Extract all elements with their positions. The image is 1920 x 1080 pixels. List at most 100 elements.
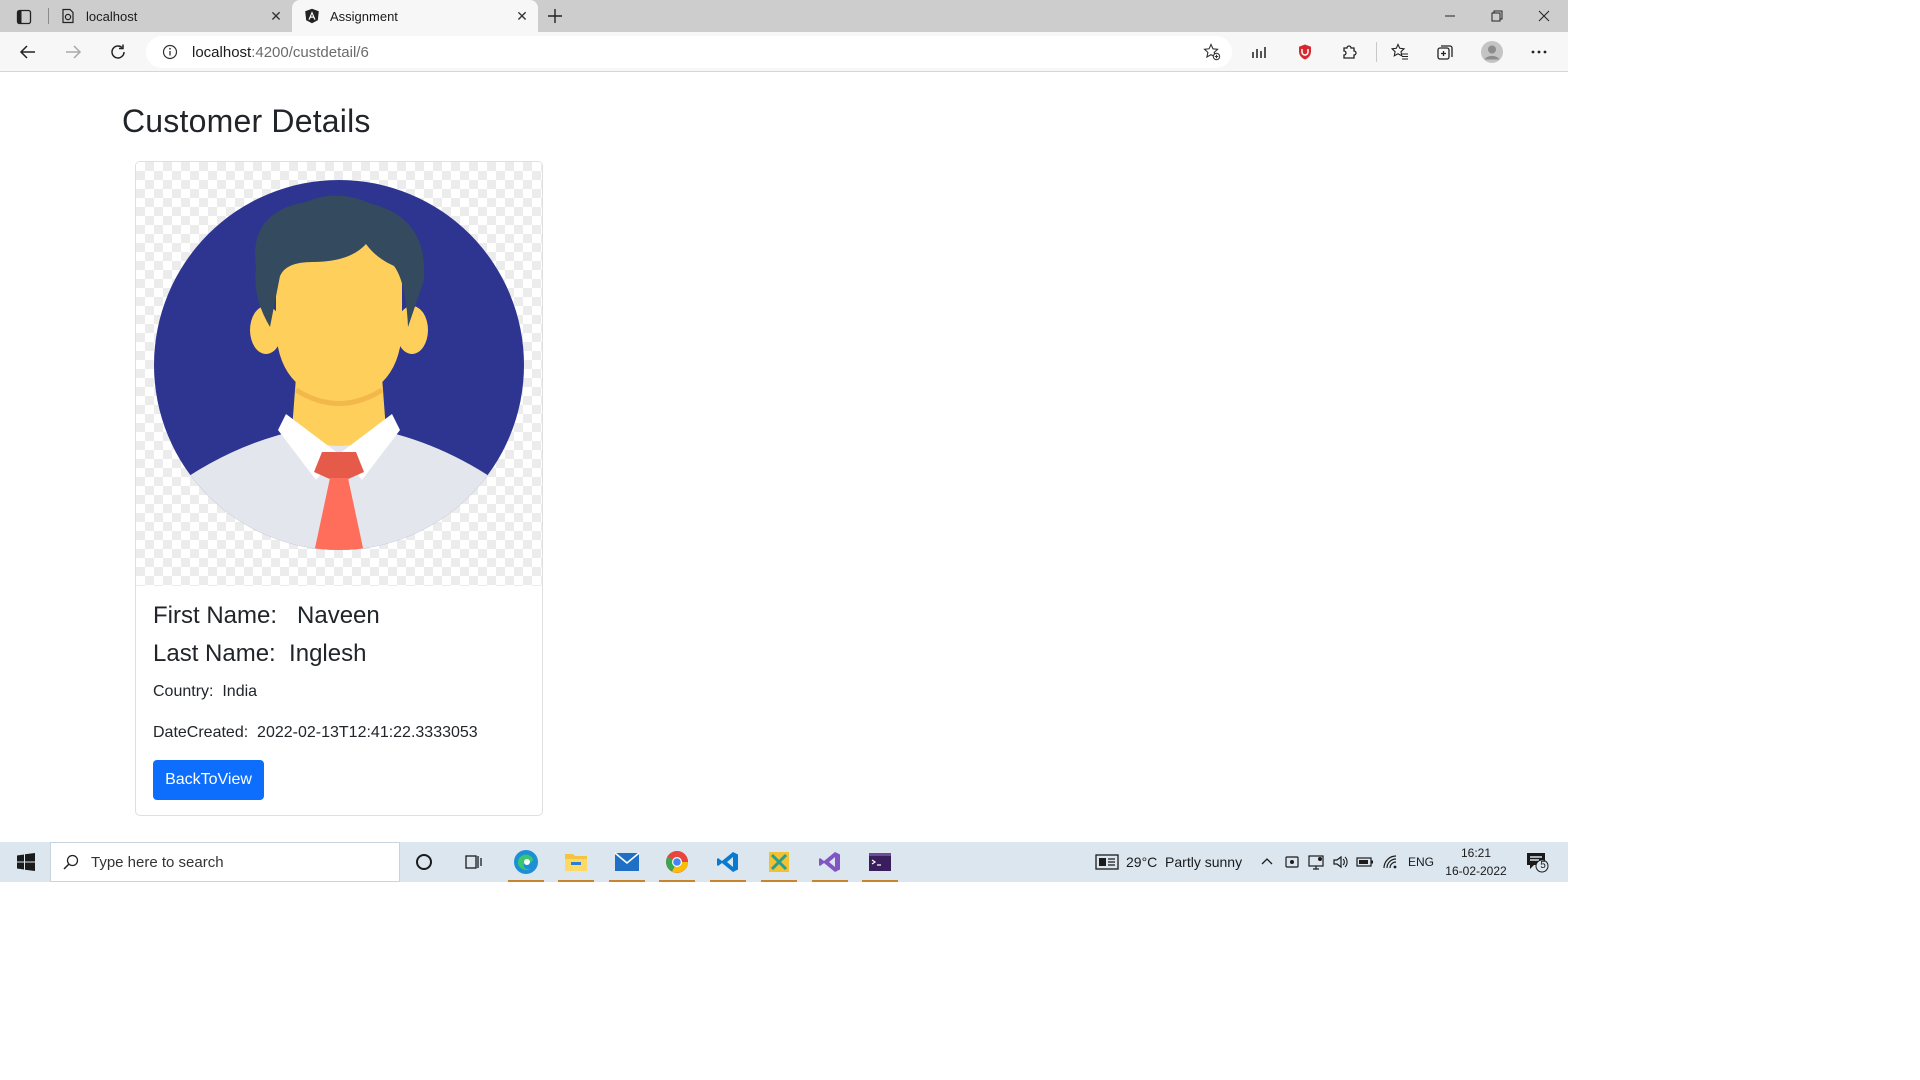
edge-taskbar-button[interactable] [504,842,548,882]
site-info-icon[interactable] [160,42,180,62]
customer-avatar-image [136,162,542,586]
minimize-icon [1445,15,1455,17]
back-arrow-icon [19,45,35,59]
tab-title: Assignment [330,8,398,24]
cortana-icon [416,854,432,870]
windows-icon [17,853,35,871]
favorites-icon [1391,43,1408,60]
collections-button[interactable] [1429,36,1461,68]
more-icon [1531,50,1547,54]
new-tab-button[interactable] [544,5,566,27]
task-view-icon [465,855,482,869]
vscode-icon [717,852,738,872]
page-icon [60,8,76,24]
address-bar[interactable]: localhost:4200/custdetail/6 [146,36,1232,68]
tab-actions-button[interactable] [10,6,38,28]
forward-button[interactable] [57,36,89,68]
settings-menu-button[interactable] [1523,36,1555,68]
close-icon [1538,10,1550,22]
first-name-field: First Name: Naveen [153,602,380,629]
start-button[interactable] [6,842,46,882]
close-tab-icon[interactable]: ✕ [266,6,286,26]
minimize-button[interactable] [1427,0,1473,32]
shield-icon [1299,44,1311,60]
cortana-button[interactable] [402,842,446,882]
snipping-tool-button[interactable] [757,842,801,882]
tab-actions-icon [16,9,32,25]
clock-date: 16-02-2022 [1445,864,1507,878]
visual-studio-icon [819,852,840,872]
weather-icon[interactable] [1094,852,1120,872]
file-explorer-button[interactable] [554,842,598,882]
mail-button[interactable] [605,842,649,882]
toolbar-separator [1376,42,1377,62]
add-favorite-icon[interactable] [1202,42,1222,62]
taskbar: Type here to search 29°C Partly sunny EN… [0,842,1568,882]
refresh-button[interactable] [102,36,134,68]
back-to-view-button[interactable]: BackToView [153,760,264,800]
back-button[interactable] [12,36,44,68]
terminal-button[interactable] [858,842,902,882]
customer-card: First Name: Naveen Last Name: Inglesh Co… [135,161,543,816]
vscode-button[interactable] [706,842,750,882]
extension-shield-button[interactable] [1289,36,1321,68]
date-created-field: DateCreated: 2022-02-13T12:41:22.3333053 [153,724,478,741]
active-indicator [710,880,746,882]
active-indicator [558,880,594,882]
notifications-icon[interactable]: 5 [1524,850,1550,874]
active-indicator [761,880,797,882]
tab-strip: localhost ✕ Assignment ✕ [0,0,1568,32]
country-field: Country: India [153,683,258,700]
male-avatar-icon [154,180,524,550]
network-icon[interactable] [1306,852,1326,872]
wifi-icon[interactable] [1380,852,1400,872]
tab-title: localhost [86,8,138,24]
active-indicator [609,880,645,882]
favorites-button[interactable] [1384,36,1416,68]
taskbar-search[interactable]: Type here to search [50,842,400,882]
url-host: localhost [192,43,252,61]
forward-arrow-icon [66,45,82,59]
language-indicator[interactable]: ENG [1408,842,1434,882]
plus-icon [548,9,562,23]
refresh-icon [111,44,125,59]
last-name-field: Last Name: Inglesh [153,640,367,667]
volume-icon[interactable] [1330,852,1350,872]
puzzle-icon [1343,45,1357,59]
chrome-button[interactable] [655,842,699,882]
angular-icon [304,8,320,24]
restore-icon [1491,10,1503,22]
folder-icon [565,854,587,871]
restore-button[interactable] [1474,0,1520,32]
navigation-bar: localhost:4200/custdetail/6 [0,32,1568,72]
active-indicator [862,880,898,882]
search-icon [61,852,81,872]
collections-icon [1437,45,1453,60]
task-view-button[interactable] [452,842,496,882]
active-indicator [659,880,695,882]
snipping-icon [769,852,789,872]
avatar-icon [1481,41,1503,63]
active-indicator [508,880,544,882]
show-hidden-icons-chevron-up-icon[interactable] [1257,852,1277,872]
weather-text[interactable]: 29°C Partly sunny [1126,842,1242,882]
tab-localhost[interactable]: localhost ✕ [48,0,292,32]
extensions-button[interactable] [1334,36,1366,68]
close-tab-icon[interactable]: ✕ [512,6,532,26]
battery-icon[interactable] [1355,852,1375,872]
url-text[interactable]: localhost:4200/custdetail/6 [192,44,369,61]
edge-icon [514,850,538,874]
close-window-button[interactable] [1521,0,1567,32]
search-placeholder: Type here to search [91,853,224,871]
clock[interactable]: 16:21 16-02-2022 [1440,844,1512,880]
chart-icon [1252,47,1266,58]
profile-button[interactable] [1476,36,1508,68]
page-title: Customer Details [122,103,371,139]
notification-count: 5 [1540,860,1546,871]
visual-studio-button[interactable] [808,842,852,882]
meet-now-icon[interactable] [1282,852,1302,872]
mail-icon [614,852,640,871]
terminal-icon [869,853,891,871]
performance-button[interactable] [1244,36,1276,68]
tab-assignment[interactable]: Assignment ✕ [292,0,538,32]
